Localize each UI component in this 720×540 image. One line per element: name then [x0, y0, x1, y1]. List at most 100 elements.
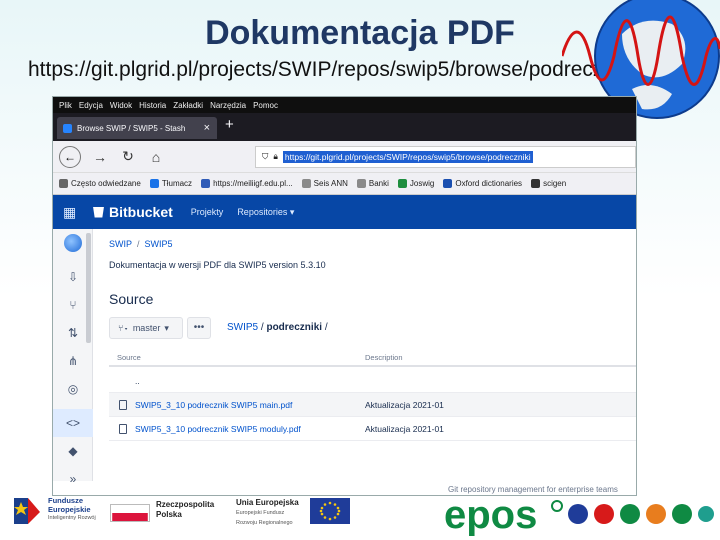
j-icon: [397, 179, 407, 188]
table-row[interactable]: SWIP5_3_10 podrecznik SWIP5 moduly.pdf A…: [109, 417, 636, 441]
table-row[interactable]: SWIP5_3_10 podrecznik SWIP5 main.pdf Akt…: [109, 393, 636, 417]
lock-icon: 🔒︎: [273, 151, 278, 161]
bitbucket-header: ▦ Bitbucket Projekty Repositories ▾: [53, 195, 636, 229]
file-description: Aktualizacja 2021-01: [365, 400, 444, 410]
bookmark-label: Tłumacz: [161, 179, 193, 188]
rzeczpospolita-logo: Rzeczpospolita Polska: [156, 500, 214, 520]
source-icon[interactable]: <>: [53, 409, 93, 437]
path-root-link[interactable]: SWIP5: [227, 322, 258, 333]
dot-icon: [620, 504, 640, 524]
z-icon: [201, 179, 211, 188]
dot-icon: [568, 504, 588, 524]
parent-link[interactable]: ..: [135, 376, 140, 386]
menu-item[interactable]: Plik: [59, 101, 72, 110]
fork-icon[interactable]: ⋔: [53, 347, 93, 375]
bookmarks-toolbar: Często odwiedzane Tłumacz https://meilii…: [53, 173, 636, 195]
avatar: [64, 234, 82, 252]
bookmark-label: Joswig: [409, 179, 435, 188]
folder-icon: [301, 179, 311, 188]
forward-icon[interactable]: →: [91, 149, 109, 165]
bookmark-item[interactable]: Seis ANN: [301, 179, 348, 188]
new-tab-icon[interactable]: +: [225, 116, 234, 133]
shield-icon: ⛉: [262, 151, 269, 161]
slide-url: https://git.plgrid.pl/projects/SWIP/repo…: [28, 58, 635, 81]
branch-icon: ⑂▾: [118, 323, 129, 333]
menu-item[interactable]: Historia: [139, 101, 166, 110]
reload-icon[interactable]: ↻: [119, 148, 137, 165]
menu-item[interactable]: Narzędzia: [210, 101, 246, 110]
repo-sidebar: ⇩ ⑂ ⇅ ⋔ ◎ <> ◆ »: [53, 229, 93, 486]
browser-tab[interactable]: Browse SWIP / SWIP5 - Stash ×: [57, 117, 217, 139]
bookmark-item[interactable]: Często odwiedzane: [59, 179, 141, 188]
file-description: Aktualizacja 2021-01: [365, 424, 444, 434]
breadcrumb-repo[interactable]: SWIP5: [145, 239, 173, 249]
sidebar-scrollbar[interactable]: [86, 233, 91, 343]
bookmark-item[interactable]: https://meiliigf.edu.pl...: [201, 179, 293, 188]
nav-repositories[interactable]: Repositories ▾: [237, 207, 294, 218]
expand-icon[interactable]: »: [53, 465, 93, 493]
bitbucket-icon: [93, 206, 104, 218]
file-path: SWIP5 / podreczniki /: [227, 322, 328, 333]
page-title: Source: [109, 291, 154, 307]
bookmark-label: Często odwiedzane: [71, 179, 141, 188]
bitbucket-favicon-icon: [63, 123, 72, 133]
address-bar[interactable]: ⛉ 🔒︎ https://git.plgrid.pl/projects/SWIP…: [255, 145, 636, 168]
epos-wordmark: epos: [444, 493, 537, 536]
file-icon: [119, 400, 127, 410]
folder-icon: [356, 179, 366, 188]
nav-projects[interactable]: Projekty: [191, 207, 224, 218]
bookmark-item[interactable]: Oxford dictionaries: [443, 179, 522, 188]
more-actions-button[interactable]: •••: [187, 317, 211, 339]
polish-flag-icon: [110, 504, 150, 522]
menu-item[interactable]: Widok: [110, 101, 132, 110]
close-icon[interactable]: ×: [204, 122, 210, 134]
home-icon[interactable]: ⌂: [147, 149, 165, 165]
commits-icon[interactable]: ◆: [53, 437, 93, 465]
breadcrumb-project[interactable]: SWIP: [109, 239, 132, 249]
menu-item[interactable]: Zakładki: [173, 101, 203, 110]
navigation-bar: ← → ↻ ⌂ ⛉ 🔒︎ https://git.plgrid.pl/proje…: [53, 141, 636, 173]
ue-line2: Europejski Fundusz: [236, 510, 285, 516]
path-folder: podreczniki: [266, 322, 323, 333]
translate-icon: [149, 179, 159, 188]
bookmark-label: Oxford dictionaries: [455, 179, 523, 188]
breadcrumb: SWIP / SWIP5: [109, 239, 173, 249]
bookmark-item[interactable]: scigen: [531, 179, 566, 188]
epos-logo: epos: [444, 493, 714, 536]
parent-directory-row[interactable]: ..: [109, 369, 636, 393]
tab-title: Browse SWIP / SWIP5 - Stash: [77, 123, 186, 133]
branch-selector[interactable]: ⑂▾ master ▾: [109, 317, 183, 339]
path-tail: /: [324, 322, 328, 333]
menu-item[interactable]: Pomoc: [253, 101, 278, 110]
fe-star-icon: [14, 498, 40, 524]
logo-text: Bitbucket: [109, 204, 173, 220]
bookmark-label: https://meiliigf.edu.pl...: [213, 179, 293, 188]
gear-icon: [59, 179, 68, 188]
menu-item[interactable]: Edycja: [79, 101, 103, 110]
path-separator: /: [260, 322, 264, 333]
bookmark-item[interactable]: Banki: [356, 179, 389, 188]
rp-line2: Polska: [156, 510, 182, 519]
fe-line1: Fundusze: [48, 495, 83, 505]
file-link[interactable]: SWIP5_3_10 podrecznik SWIP5 moduly.pdf: [135, 424, 301, 434]
column-source: Source: [117, 353, 141, 362]
bookmark-label: Seis ANN: [313, 179, 348, 188]
s-icon: [531, 179, 541, 188]
repo-description: Dokumentacja w wersji PDF dla SWIP5 vers…: [109, 260, 326, 270]
back-icon[interactable]: ←: [59, 145, 81, 168]
bookmark-item[interactable]: Joswig: [397, 179, 435, 188]
file-icon: [119, 424, 127, 434]
breadcrumb-separator: /: [137, 239, 140, 249]
bookmark-label: scigen: [543, 179, 567, 188]
dot-icon: [646, 504, 666, 524]
compare-icon[interactable]: ◎: [53, 375, 93, 403]
header-nav: Projekty Repositories ▾: [191, 207, 295, 218]
dot-icon: [594, 504, 614, 524]
bookmark-item[interactable]: Tłumacz: [149, 179, 193, 188]
bitbucket-logo[interactable]: Bitbucket: [93, 204, 173, 220]
file-link[interactable]: SWIP5_3_10 podrecznik SWIP5 main.pdf: [135, 400, 292, 410]
app-switcher-icon[interactable]: ▦: [63, 204, 85, 221]
repo-content: ⇩ ⑂ ⇅ ⋔ ◎ <> ◆ » SWIP / SWIP5 Dokumentacja…: [53, 229, 636, 486]
column-description: Description: [365, 353, 403, 362]
dot-icon: [698, 506, 714, 522]
